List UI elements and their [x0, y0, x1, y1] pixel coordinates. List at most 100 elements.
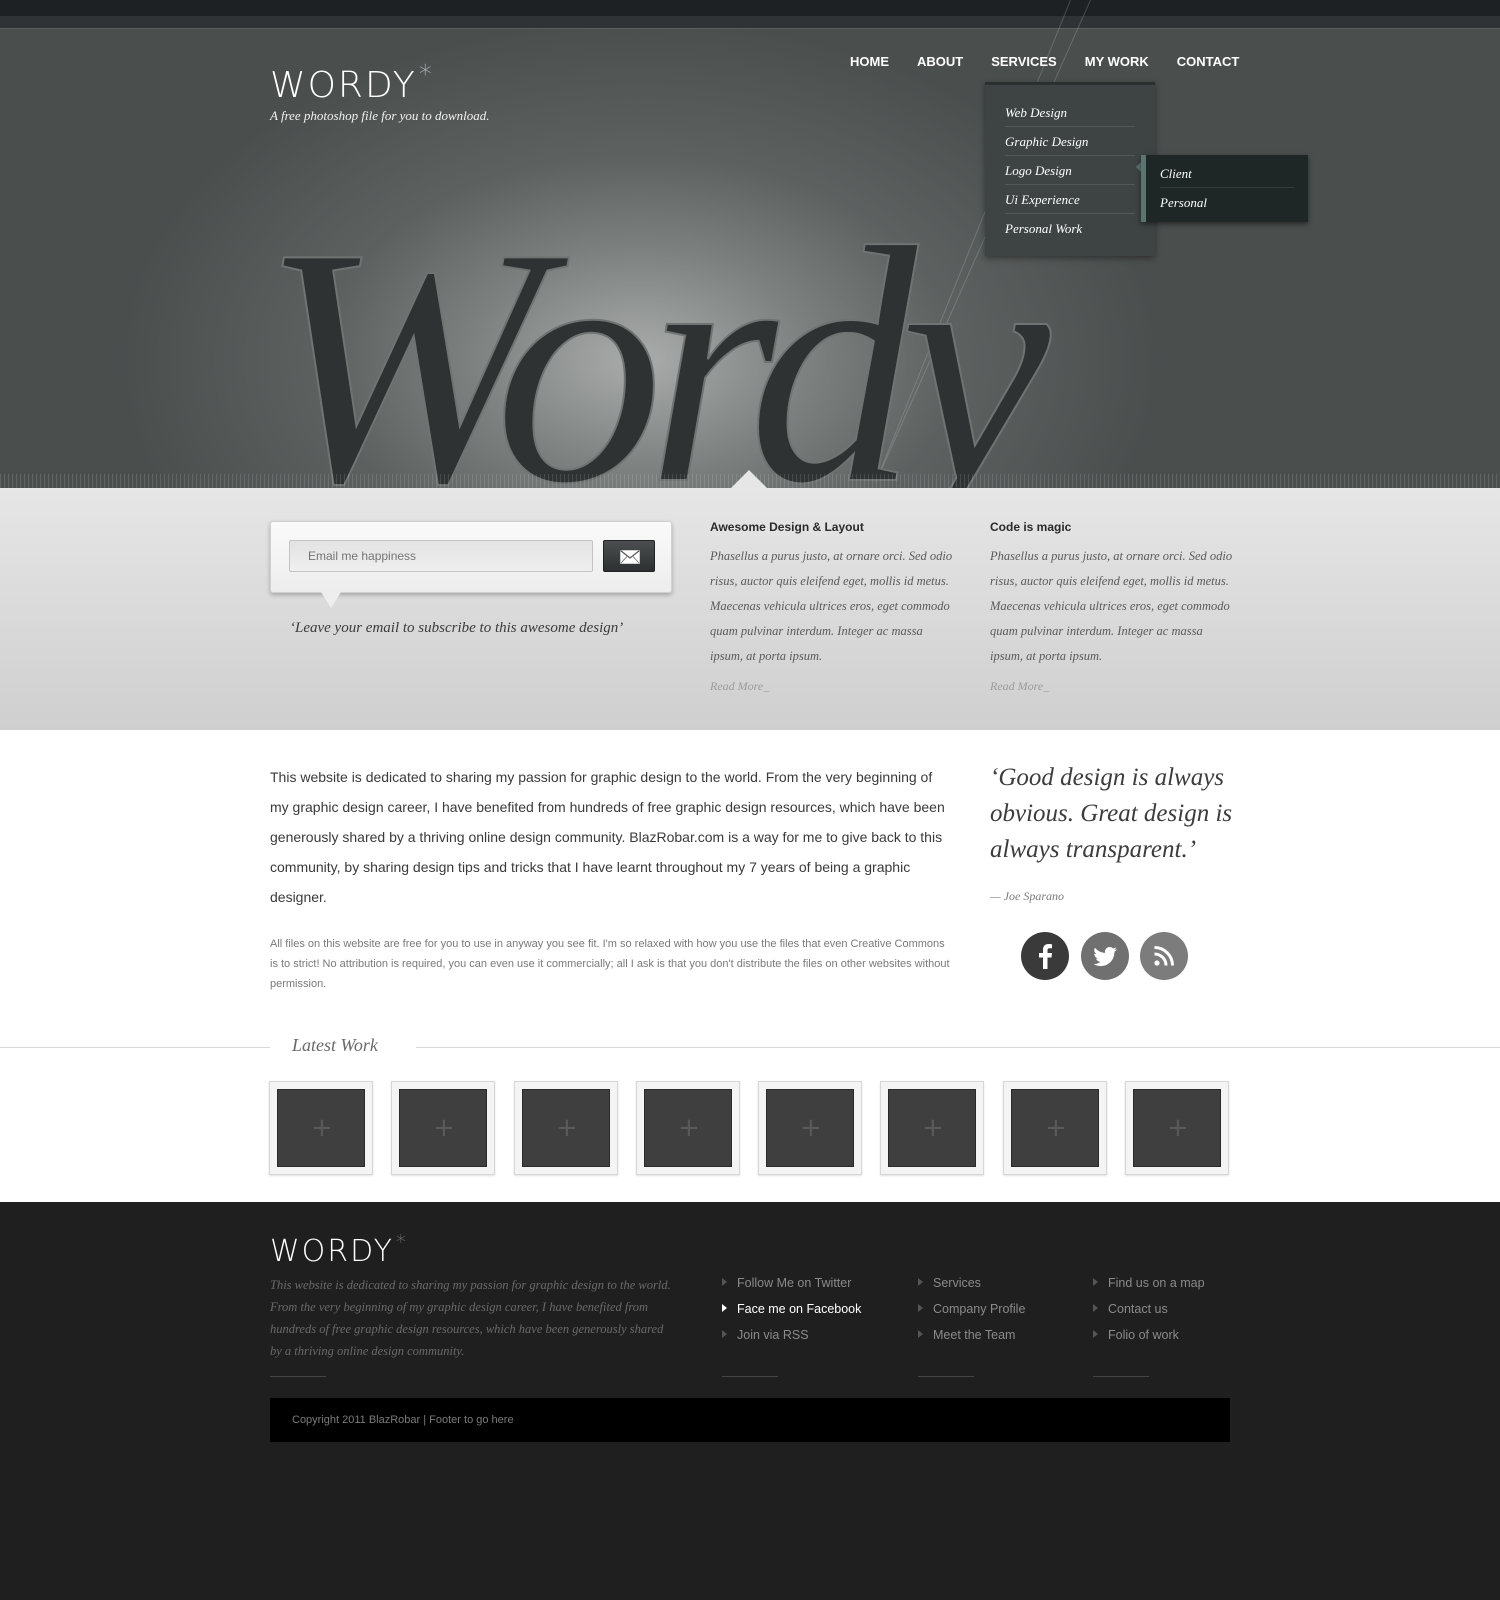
top-bar: [0, 0, 1500, 16]
footer-link-company-profile[interactable]: Company Profile: [918, 1302, 1025, 1328]
work-thumbnail[interactable]: +: [758, 1081, 862, 1175]
menu-item-ui-experience[interactable]: Ui Experience: [1005, 185, 1135, 214]
bullet-icon: [722, 1278, 727, 1286]
footer-link-contact[interactable]: Contact us: [1093, 1302, 1205, 1328]
work-thumbnail[interactable]: +: [514, 1081, 618, 1175]
thumbnail-image: +: [399, 1089, 487, 1167]
footer-rule: [270, 1376, 326, 1377]
bullet-icon: [722, 1330, 727, 1338]
footer-logo-star: *: [395, 1230, 408, 1254]
latest-work-title: Latest Work: [292, 1035, 378, 1055]
menu-item-web-design[interactable]: Web Design: [1005, 98, 1135, 127]
footer-link-label: Services: [933, 1276, 981, 1290]
read-more-link[interactable]: Read More_: [990, 679, 1235, 694]
bullet-icon: [1093, 1278, 1098, 1286]
work-thumbnail[interactable]: +: [269, 1081, 373, 1175]
footer-link-label: Meet the Team: [933, 1328, 1016, 1342]
site-logo[interactable]: WORDY*: [270, 60, 434, 106]
footer-link-map[interactable]: Find us on a map: [1093, 1276, 1205, 1302]
footer-social-links: Follow Me on Twitter Face me on Facebook…: [722, 1276, 861, 1354]
nav-my-work[interactable]: MY WORK: [1085, 54, 1149, 69]
feature-body: Phasellus a purus justo, at ornare orci.…: [990, 549, 1233, 663]
submenu-item-client[interactable]: Client: [1160, 159, 1294, 188]
subscribe-button[interactable]: [603, 540, 655, 572]
feature-code-magic: Code is magic Phasellus a purus justo, a…: [990, 520, 1235, 694]
twitter-icon: [1081, 932, 1129, 980]
footer-link-folio[interactable]: Folio of work: [1093, 1328, 1205, 1354]
feature-body: Phasellus a purus justo, at ornare orci.…: [710, 549, 953, 663]
plus-icon: +: [556, 1113, 578, 1143]
main-nav: HOME ABOUT SERVICES MY WORK CONTACT: [850, 54, 1267, 69]
quote-author: — Joe Sparano: [990, 889, 1064, 903]
footer-link-twitter[interactable]: Follow Me on Twitter: [722, 1276, 861, 1302]
menu-item-graphic-design[interactable]: Graphic Design: [1005, 127, 1135, 156]
intro-paragraph: This website is dedicated to sharing my …: [270, 769, 945, 905]
hero-script-text: Wordy: [260, 190, 1054, 488]
work-thumbnail[interactable]: +: [1003, 1081, 1107, 1175]
footer-rule: [722, 1376, 778, 1377]
work-thumbnail[interactable]: +: [391, 1081, 495, 1175]
plus-icon: +: [1167, 1113, 1189, 1143]
thumbnail-image: +: [644, 1089, 732, 1167]
tagline: A free photoshop file for you to downloa…: [270, 108, 490, 123]
logo-design-submenu: Client Personal: [1141, 155, 1308, 222]
footer-link-services[interactable]: Services: [918, 1276, 1025, 1302]
nav-contact[interactable]: CONTACT: [1177, 54, 1240, 69]
bullet-icon: [918, 1278, 923, 1286]
submenu-item-personal[interactable]: Personal: [1160, 188, 1294, 217]
twitter-button[interactable]: [1081, 932, 1129, 980]
rss-icon: [1140, 932, 1188, 980]
footer-link-facebook[interactable]: Face me on Facebook: [722, 1302, 861, 1328]
divider-line: [0, 1047, 270, 1048]
menu-item-logo-design[interactable]: Logo Design: [1005, 156, 1135, 185]
footer-contact-links: Find us on a map Contact us Folio of wor…: [1093, 1276, 1205, 1354]
footer-link-label: Find us on a map: [1108, 1276, 1205, 1290]
plus-icon: +: [433, 1113, 455, 1143]
footer-link-label: Face me on Facebook: [737, 1302, 862, 1316]
work-thumbnail[interactable]: +: [1125, 1081, 1229, 1175]
footer-link-label: Company Profile: [933, 1302, 1026, 1316]
email-input[interactable]: [289, 540, 593, 572]
nav-services[interactable]: SERVICES: [991, 54, 1057, 69]
footer-link-meet-team[interactable]: Meet the Team: [918, 1328, 1025, 1354]
nav-home[interactable]: HOME: [850, 54, 889, 69]
license-note: All files on this website are free for y…: [270, 938, 950, 990]
read-more-link[interactable]: Read More_: [710, 679, 955, 694]
bullet-icon: [1093, 1304, 1098, 1312]
envelope-icon: [620, 550, 640, 564]
footer-about-text: This website is dedicated to sharing my …: [270, 1278, 671, 1358]
hero-pointer: [731, 470, 767, 488]
thumbnail-image: +: [888, 1089, 976, 1167]
thumbnail-image: +: [522, 1089, 610, 1167]
bullet-icon: [722, 1304, 727, 1312]
plus-icon: +: [678, 1113, 700, 1143]
bullet-icon: [918, 1330, 923, 1338]
top-bar-strip: [0, 16, 1500, 29]
subscribe-box: [270, 521, 672, 608]
facebook-button[interactable]: [1021, 932, 1069, 980]
thumbnail-image: +: [1133, 1089, 1221, 1167]
divider-line: [416, 1047, 1500, 1048]
work-thumbnail[interactable]: +: [880, 1081, 984, 1175]
subscribe-note: ‘Leave your email to subscribe to this a…: [290, 620, 624, 636]
design-quote: ‘Good design is always obvious. Great de…: [990, 764, 1233, 863]
footer-rule: [918, 1376, 974, 1377]
menu-item-personal-work[interactable]: Personal Work: [1005, 214, 1135, 243]
logo-text: WORDY: [270, 65, 417, 106]
rss-button[interactable]: [1140, 932, 1188, 980]
footer-link-rss[interactable]: Join via RSS: [722, 1328, 861, 1354]
plus-icon: +: [311, 1113, 333, 1143]
thumbnail-image: +: [277, 1089, 365, 1167]
footer-link-label: Join via RSS: [737, 1328, 809, 1342]
feature-title: Code is magic: [990, 520, 1072, 534]
footer-logo[interactable]: WORDY *: [270, 1230, 408, 1269]
copyright-bar: Copyright 2011 BlazRobar | Footer to go …: [270, 1398, 1230, 1442]
facebook-icon: [1021, 932, 1069, 980]
nav-about[interactable]: ABOUT: [917, 54, 963, 69]
plus-icon: +: [800, 1113, 822, 1143]
footer-link-label: Contact us: [1108, 1302, 1168, 1316]
work-thumbnail[interactable]: +: [636, 1081, 740, 1175]
hero-banner: Wordy: [0, 0, 1500, 488]
bullet-icon: [918, 1304, 923, 1312]
footer-company-links: Services Company Profile Meet the Team: [918, 1276, 1025, 1354]
